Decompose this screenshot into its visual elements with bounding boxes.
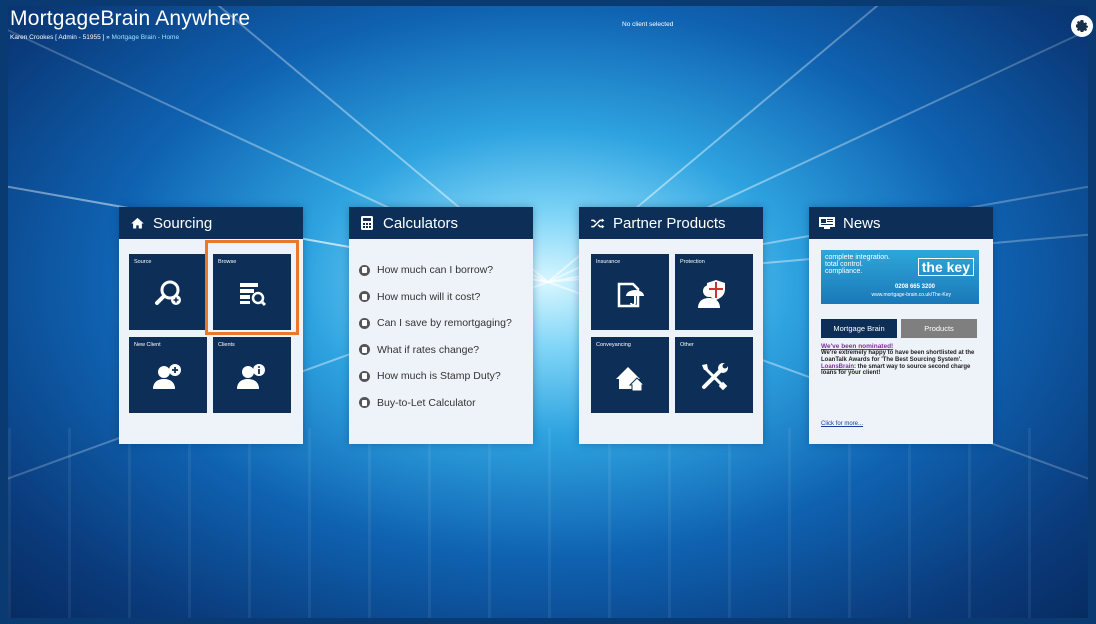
add-user-icon [153,364,181,389]
sourcing-header: Sourcing [119,207,303,239]
app-title: MortgageBrain Anywhere [10,7,251,30]
tile-label: New Client [134,342,161,348]
tile-label: Conveyancing [596,342,631,348]
calculator-icon [359,215,375,231]
calc-label: How much can I borrow? [377,264,494,277]
tile-label: Protection [680,259,705,265]
banner-url: www.mortgage-brain.co.uk/The-Key [871,292,951,298]
partner-products-panel: Partner Products Insurance Protection Co… [579,207,763,444]
breadcrumb-home-link[interactable]: Mortgage Brain - Home [112,34,180,41]
calculators-panel: Calculators How much can I borrow? How m… [349,207,533,444]
banner-text: complete integration. total control. com… [825,254,890,275]
calc-buy-to-let[interactable]: Buy-to-Let Calculator [359,390,512,417]
banner-brand: the key [917,258,974,276]
calc-label: Can I save by remortgaging? [377,317,512,330]
partner-products-title: Partner Products [613,214,726,232]
banner-line: compliance. [825,268,863,275]
sourcing-title: Sourcing [153,214,213,232]
tile-source[interactable]: Source [129,254,207,330]
calculator-icon [359,370,370,382]
gear-icon [1076,20,1088,32]
calc-rates[interactable]: What if rates change? [359,337,512,364]
calc-label: What if rates change? [377,343,480,356]
news-icon [819,215,835,231]
news-body-text: We're extremely happy to have been short… [821,350,975,363]
news-panel: News complete integration. total control… [809,207,993,444]
insurance-document-icon [617,282,644,308]
partner-products-header: Partner Products [579,207,763,239]
user-info: Karen Crookes [ Admin - 51955 ] » [10,34,112,41]
calc-stamp-duty[interactable]: How much is Stamp Duty? [359,363,512,390]
tile-other[interactable]: Other [675,337,753,413]
tab-products[interactable]: Products [901,319,977,338]
browse-highlight [205,240,299,335]
calculator-icon [359,317,370,329]
calculators-title: Calculators [383,214,459,232]
calc-borrow[interactable]: How much can I borrow? [359,257,512,284]
home-icon [129,215,145,231]
calc-label: Buy-to-Let Calculator [377,396,476,409]
calculator-icon [359,264,370,276]
tab-mortgage-brain[interactable]: Mortgage Brain [821,319,897,338]
calculator-icon [359,397,370,409]
calculator-list: How much can I borrow? How much will it … [359,257,512,416]
click-for-more-link[interactable]: Click for more... [821,421,863,427]
calc-cost[interactable]: How much will it cost? [359,284,512,311]
calc-label: How much will it cost? [377,290,481,303]
tile-label: Insurance [596,259,621,265]
tile-conveyancing[interactable]: Conveyancing [591,337,669,413]
tile-label: Source [134,259,152,265]
houses-icon [616,367,646,392]
tile-insurance[interactable]: Insurance [591,254,669,330]
news-banner[interactable]: complete integration. total control. com… [821,250,979,304]
protection-shield-icon [698,280,725,308]
banner-line: total control. [825,261,864,268]
tile-protection[interactable]: Protection [675,254,753,330]
settings-button[interactable] [1071,15,1093,37]
tile-clients[interactable]: Clients [213,337,291,413]
search-add-icon [155,280,181,305]
news-body: We're extremely happy to have been short… [821,350,983,377]
calculators-header: Calculators [349,207,533,239]
client-status: No client selected [622,21,674,28]
tile-label: Other [680,342,694,348]
banner-line: complete integration. [825,254,890,261]
tools-icon [702,363,728,391]
news-header: News [809,207,993,239]
calc-remortgage[interactable]: Can I save by remortgaging? [359,310,512,337]
news-heading[interactable]: We've been nominated! [821,343,893,350]
tile-label: Clients [218,342,235,348]
news-title: News [843,214,881,232]
calculator-icon [359,344,370,356]
tile-new-client[interactable]: New Client [129,337,207,413]
calc-label: How much is Stamp Duty? [377,370,501,383]
shuffle-icon [589,215,605,231]
user-info-icon [237,364,265,389]
loansbrain-link[interactable]: LoansBrain [821,364,854,370]
banner-phone: 0208 665 3200 [894,284,935,290]
breadcrumb: Karen Crookes [ Admin - 51955 ] » Mortga… [10,34,179,41]
calculator-icon [359,291,370,303]
